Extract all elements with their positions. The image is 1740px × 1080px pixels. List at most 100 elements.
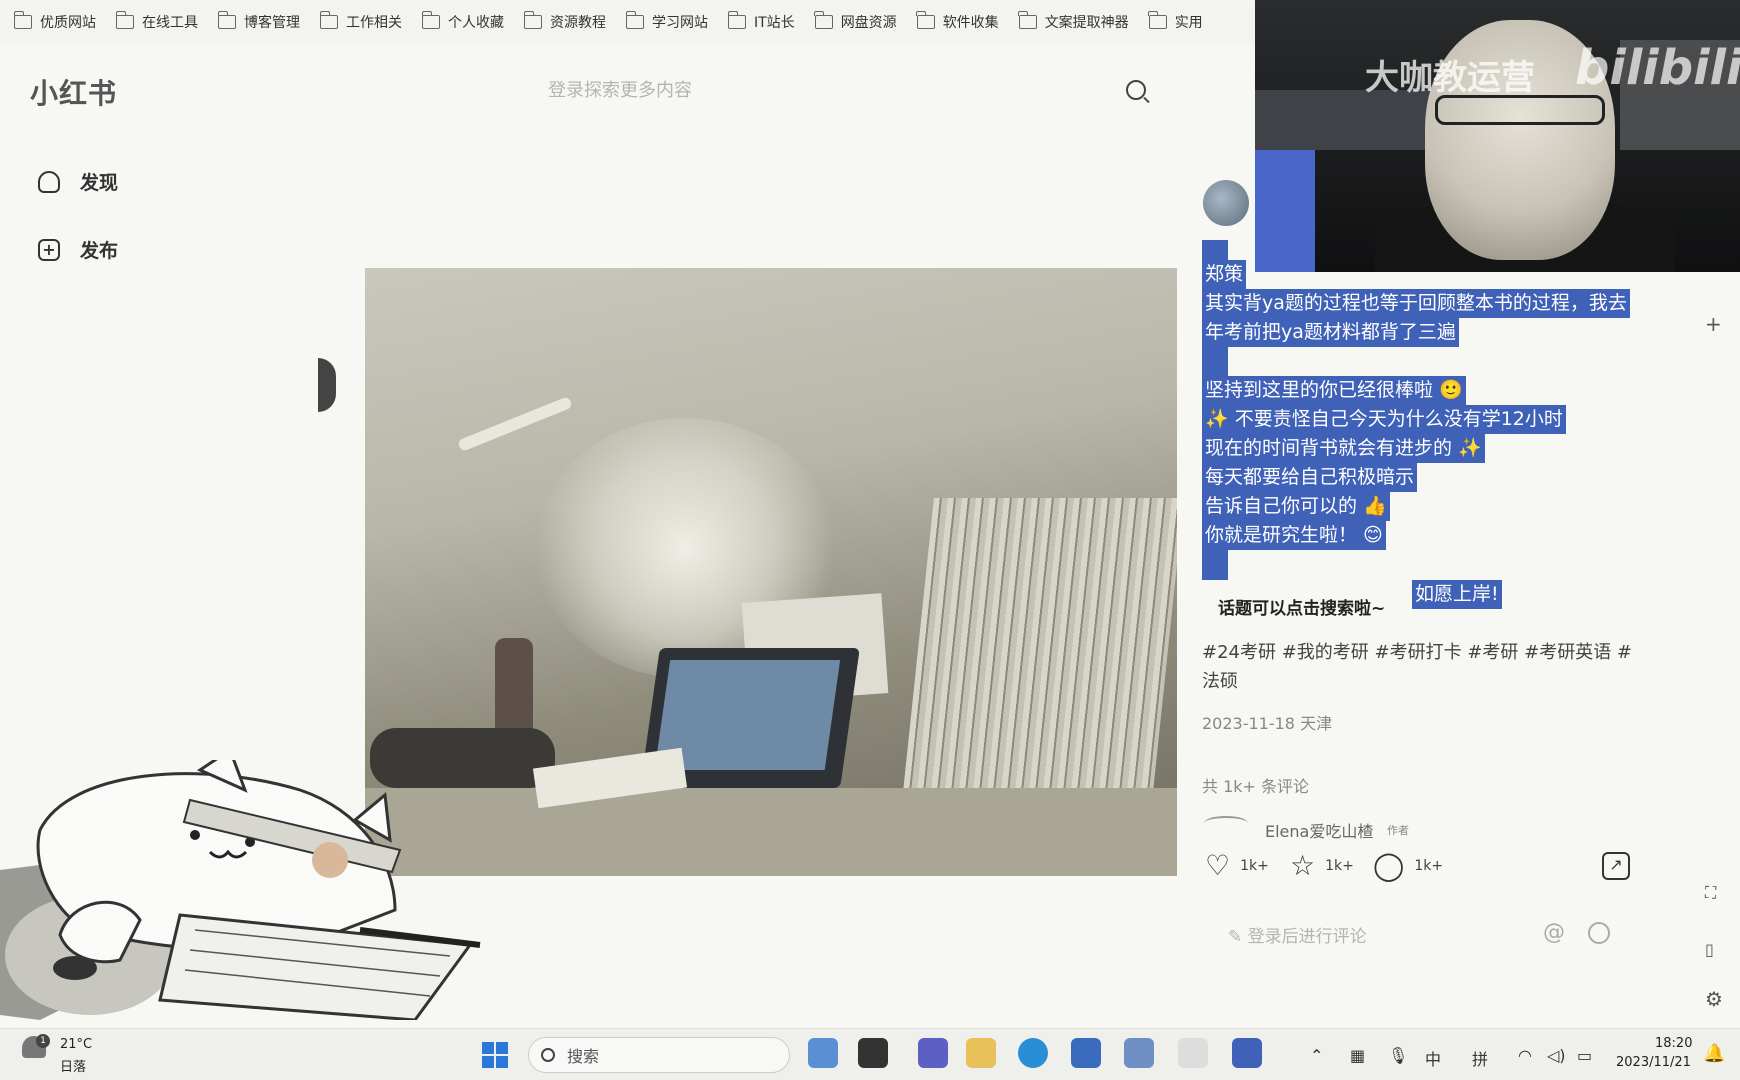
prev-image-button[interactable]: [318, 358, 336, 412]
comment-input[interactable]: ✎ 登录后进行评论: [1228, 922, 1568, 947]
like-button[interactable]: ♡ 1k+: [1205, 852, 1269, 880]
bookmark-item[interactable]: 在线工具: [115, 11, 198, 32]
windows-start-icon[interactable]: [482, 1042, 508, 1068]
comment-button[interactable]: ◯ 1k+: [1373, 852, 1443, 880]
folder-icon: [727, 11, 746, 29]
note-tags[interactable]: #24考研 #我的考研 #考研打卡 #考研 #考研英语 #法硕: [1202, 638, 1642, 696]
folder-icon: [916, 11, 935, 29]
bookmark-item[interactable]: 资源教程: [523, 11, 606, 32]
bookmark-item[interactable]: 学习网站: [625, 11, 708, 32]
plus-square-icon: +: [38, 238, 60, 261]
sidebar-item-publish[interactable]: + 发布: [38, 236, 118, 263]
note-text-line: 告诉自己你可以的 👍: [1202, 492, 1390, 521]
bookmark-label: 软件收集: [942, 15, 999, 31]
screenshot-icon[interactable]: ⛶: [1705, 883, 1716, 903]
bookmark-label: 资源教程: [550, 15, 606, 31]
search-input[interactable]: 登录探索更多内容: [548, 76, 1168, 106]
note-date: 2023-11-18 天津: [1202, 714, 1333, 733]
taskbar-search[interactable]: 搜索: [528, 1037, 790, 1073]
bookmark-item[interactable]: 文案提取神器: [1018, 11, 1129, 32]
chat-bubble-icon: ◯: [1373, 849, 1405, 882]
teams-app-icon[interactable]: [918, 1038, 948, 1068]
share-icon[interactable]: ↗: [1602, 852, 1630, 880]
commenter-name[interactable]: Elena爱吃山楂: [1265, 818, 1373, 842]
search-icon: [541, 1048, 555, 1062]
folder-icon: [217, 11, 236, 29]
mention-icon[interactable]: @: [1543, 920, 1565, 945]
notification-icon[interactable]: 🔔: [1703, 1043, 1725, 1064]
home-icon: [38, 170, 60, 193]
clock-time[interactable]: 18:20: [1655, 1036, 1692, 1051]
app-tray-icon[interactable]: ▦: [1350, 1046, 1365, 1065]
folder-icon: [421, 11, 440, 29]
clock-date[interactable]: 2023/11/21: [1616, 1055, 1691, 1070]
author-badge: 作者: [1387, 824, 1409, 837]
folder-icon: [13, 11, 32, 29]
ime-language[interactable]: 中: [1425, 1046, 1441, 1070]
ime-mode[interactable]: 拼: [1472, 1046, 1488, 1070]
folder-icon: [814, 11, 833, 29]
photos-app-icon[interactable]: [808, 1038, 838, 1068]
bookmark-label: 优质网站: [40, 15, 96, 31]
note-text-line: 其实背ya题的过程也等于回顾整本书的过程，我去: [1202, 289, 1630, 318]
bookmark-item[interactable]: 个人收藏: [421, 11, 504, 32]
chevron-up-icon[interactable]: ⌃: [1310, 1046, 1323, 1065]
temperature[interactable]: 21°C: [60, 1037, 92, 1052]
note-text-line: 坚持到这里的你已经很棒啦 🙂: [1202, 376, 1466, 405]
star-icon: ☆: [1290, 849, 1316, 882]
site-logo[interactable]: 小红书: [30, 72, 117, 112]
bookmark-item[interactable]: IT站长: [727, 11, 795, 32]
add-icon[interactable]: +: [1705, 312, 1722, 336]
bookmark-label: 博客管理: [244, 15, 300, 31]
bookmark-item[interactable]: 博客管理: [217, 11, 300, 32]
wifi-icon[interactable]: ◠: [1518, 1046, 1532, 1065]
commenter-avatar[interactable]: [1204, 816, 1248, 830]
folder-icon: [1018, 11, 1037, 29]
note-text-line: 现在的时间背书就会有进步的 ✨: [1202, 434, 1485, 463]
bookmark-item[interactable]: 网盘资源: [814, 11, 897, 32]
bookmark-label: 网盘资源: [840, 15, 897, 31]
terminal-app-icon[interactable]: [858, 1038, 888, 1068]
search-icon[interactable]: [1126, 80, 1146, 100]
bookmark-item[interactable]: 工作相关: [319, 11, 402, 32]
bookmark-label: 文案提取神器: [1044, 15, 1129, 31]
collect-button[interactable]: ☆ 1k+: [1290, 852, 1354, 880]
sidebar-item-label: 发现: [80, 172, 119, 194]
volume-icon[interactable]: ◁): [1547, 1046, 1566, 1065]
collect-count: 1k+: [1325, 858, 1354, 874]
recorder-app-icon[interactable]: [1232, 1038, 1262, 1068]
weather-desc[interactable]: 日落: [60, 1056, 86, 1075]
note-text-line: 郑策: [1202, 260, 1247, 289]
folder-icon: [523, 11, 542, 29]
note-text-line: 你就是研究生啦！ 😊: [1202, 521, 1386, 550]
note-text-line: 如愿上岸!: [1412, 580, 1502, 609]
sidebar-toggle-icon[interactable]: ▯: [1705, 940, 1714, 959]
sidebar-item-discover[interactable]: 发现: [38, 168, 118, 195]
cat-sticker: [0, 760, 481, 1020]
battery-icon[interactable]: ▭: [1577, 1046, 1592, 1065]
microphone-icon[interactable]: 🎙: [1388, 1046, 1408, 1065]
note-text-line: 年考前把ya题材料都背了三遍: [1202, 318, 1459, 347]
bookmark-item[interactable]: 实用: [1148, 11, 1203, 32]
comment-action-count: 1k+: [1414, 858, 1444, 874]
taskbar-search-label: 搜索: [567, 1047, 600, 1066]
like-count: 1k+: [1240, 858, 1269, 874]
watermark-text: 大咖教运营: [1365, 58, 1535, 98]
emoji-icon[interactable]: [1588, 922, 1610, 944]
gear-icon[interactable]: ⚙: [1705, 987, 1723, 1011]
folder-icon: [625, 11, 644, 29]
comment-placeholder: 登录后进行评论: [1247, 927, 1367, 947]
comment-count: 共 1k+ 条评论: [1202, 777, 1310, 796]
bookmark-item[interactable]: 优质网站: [13, 11, 96, 32]
heart-icon: ♡: [1205, 849, 1231, 882]
bookmark-label: 个人收藏: [448, 15, 504, 31]
bookmark-item[interactable]: 软件收集: [916, 11, 999, 32]
edge-browser-icon[interactable]: [1018, 1038, 1048, 1068]
bookmark-label: 工作相关: [346, 15, 402, 31]
store-app-icon[interactable]: [1071, 1038, 1101, 1068]
notepad-app-icon[interactable]: [1124, 1038, 1154, 1068]
app-icon[interactable]: [1178, 1038, 1208, 1068]
file-explorer-icon[interactable]: [966, 1038, 996, 1068]
topic-hint-tooltip: 话题可以点击搜索啦~: [1204, 590, 1400, 623]
author-avatar[interactable]: [1203, 180, 1249, 226]
